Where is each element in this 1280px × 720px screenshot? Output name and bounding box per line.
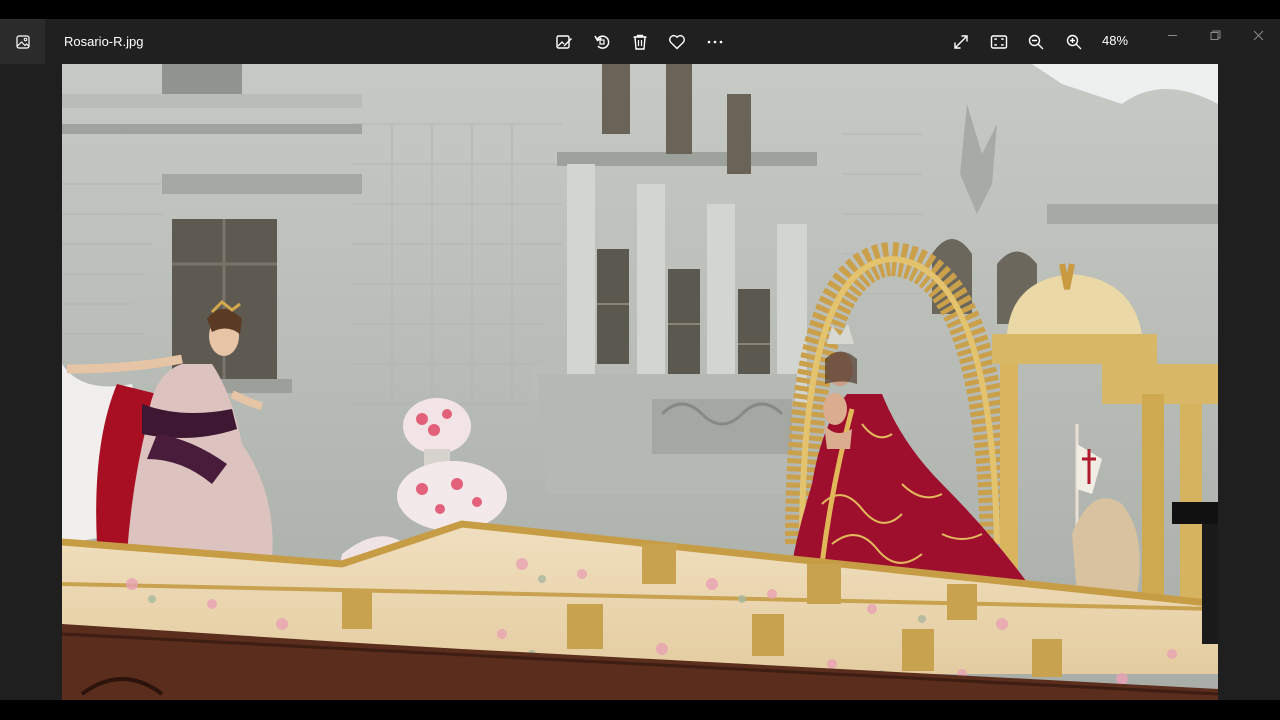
edit-image-icon xyxy=(556,35,572,49)
zoom-out-button[interactable] xyxy=(1023,29,1049,55)
file-name: Rosario-R.jpg xyxy=(64,34,144,49)
photos-app-icon[interactable] xyxy=(0,19,45,64)
more-icon xyxy=(707,40,723,44)
delete-icon xyxy=(633,34,647,50)
more-options-button[interactable] xyxy=(702,29,728,55)
rotate-button[interactable] xyxy=(589,29,615,55)
rotate-icon xyxy=(594,35,610,49)
delete-button[interactable] xyxy=(627,29,653,55)
edit-image-button[interactable] xyxy=(551,29,577,55)
close-icon xyxy=(1253,30,1263,40)
minimize-button[interactable] xyxy=(1160,25,1184,45)
maximize-icon xyxy=(1210,30,1220,40)
zoom-in-button[interactable] xyxy=(1061,29,1087,55)
photos-app-window: Rosario-R.jpg 48% xyxy=(0,19,1280,700)
screen-top-band xyxy=(0,0,1280,19)
favorite-button[interactable] xyxy=(664,29,690,55)
actual-size-button[interactable] xyxy=(986,29,1012,55)
photo-procession-float xyxy=(62,64,1218,700)
fullscreen-button[interactable] xyxy=(948,29,974,55)
zoom-in-icon xyxy=(1066,34,1082,50)
actual-size-icon xyxy=(990,35,1008,49)
title-bar: Rosario-R.jpg 48% xyxy=(0,19,1280,64)
image-viewer[interactable] xyxy=(0,64,1280,700)
maximize-button[interactable] xyxy=(1203,25,1227,45)
zoom-level[interactable]: 48% xyxy=(1102,33,1128,48)
fullscreen-icon xyxy=(954,35,968,49)
screen-bottom-band xyxy=(0,700,1280,720)
minimize-icon xyxy=(1167,34,1177,36)
close-button[interactable] xyxy=(1246,25,1270,45)
zoom-out-icon xyxy=(1028,34,1044,50)
favorite-icon xyxy=(669,34,685,50)
image-icon xyxy=(15,34,30,49)
